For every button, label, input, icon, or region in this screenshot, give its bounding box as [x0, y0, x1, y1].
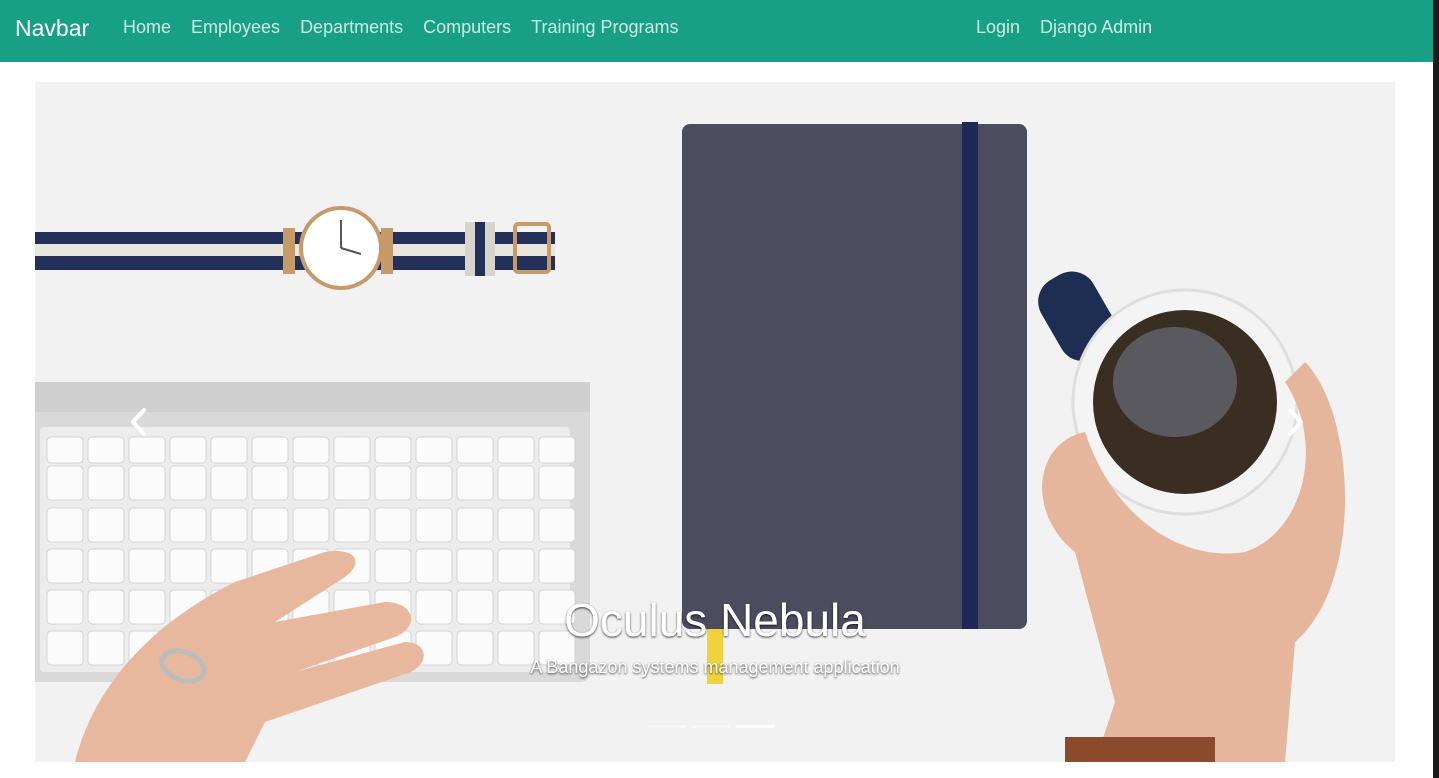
keyboard-key: [292, 465, 330, 501]
keyboard-key: [46, 436, 84, 464]
keyboard-key: [374, 548, 412, 584]
keyboard-key: [374, 465, 412, 501]
keyboard-key: [87, 507, 125, 543]
navbar: Navbar Home Employees Departments Comput…: [0, 0, 1433, 62]
keyboard-key: [251, 465, 289, 501]
keyboard-key: [169, 548, 207, 584]
window-edge: [1433, 0, 1439, 778]
keyboard-key: [374, 436, 412, 464]
keyboard-key: [415, 436, 453, 464]
keyboard-key: [374, 507, 412, 543]
keyboard-key: [497, 548, 535, 584]
keyboard-key: [169, 436, 207, 464]
keyboard-key: [128, 507, 166, 543]
keyboard-key: [87, 465, 125, 501]
keyboard-key: [456, 436, 494, 464]
nav-link-home[interactable]: Home: [123, 16, 171, 38]
nav-links-left: Home Employees Departments Computers Tra…: [123, 16, 679, 38]
keyboard-key: [46, 548, 84, 584]
keyboard-key: [292, 436, 330, 464]
carousel-prev-button[interactable]: [119, 392, 159, 452]
hero-carousel: Oculus Nebula A Bangazon systems managem…: [35, 82, 1395, 762]
keyboard-key: [46, 507, 84, 543]
nav-link-computers[interactable]: Computers: [423, 16, 511, 38]
keyboard-key: [333, 436, 371, 464]
keyboard-key: [456, 548, 494, 584]
keyboard-key: [333, 507, 371, 543]
nav-link-login[interactable]: Login: [976, 16, 1020, 38]
keyboard-key: [87, 548, 125, 584]
keyboard-key: [210, 436, 248, 464]
keyboard-key: [538, 548, 576, 584]
keyboard-key: [251, 436, 289, 464]
keyboard-key: [292, 507, 330, 543]
nav-link-departments[interactable]: Departments: [300, 16, 403, 38]
keyboard-key: [415, 465, 453, 501]
keyboard-key: [128, 548, 166, 584]
chevron-right-icon: [1288, 408, 1303, 436]
keyboard-key: [538, 436, 576, 464]
keyboard-key: [169, 507, 207, 543]
keyboard-key: [169, 465, 207, 501]
keyboard-key: [497, 507, 535, 543]
carousel-indicator-2[interactable]: [692, 725, 730, 728]
carousel-indicators: [648, 725, 774, 728]
chevron-left-icon: [131, 408, 146, 436]
keyboard-key: [46, 465, 84, 501]
keyboard-key: [128, 465, 166, 501]
carousel-title: Oculus Nebula: [564, 594, 866, 646]
keyboard-key: [456, 507, 494, 543]
keyboard-key: [210, 548, 248, 584]
carousel-indicator-1[interactable]: [648, 725, 686, 728]
keyboard-key: [210, 507, 248, 543]
keyboard-key: [538, 465, 576, 501]
carousel-subtitle: A Bangazon systems management applicatio…: [530, 657, 900, 677]
carousel-indicator-3[interactable]: [736, 725, 774, 728]
carousel-caption: Oculus Nebula A Bangazon systems managem…: [35, 592, 1395, 678]
keyboard-key: [456, 465, 494, 501]
keyboard-key: [497, 436, 535, 464]
nav-link-training-programs[interactable]: Training Programs: [531, 16, 678, 38]
keyboard-key: [415, 548, 453, 584]
keyboard-key: [210, 465, 248, 501]
navbar-brand[interactable]: Navbar: [15, 14, 89, 42]
nav-link-employees[interactable]: Employees: [191, 16, 280, 38]
nav-link-django-admin[interactable]: Django Admin: [1040, 16, 1152, 38]
keyboard-key: [333, 465, 371, 501]
keyboard-key: [415, 507, 453, 543]
nav-links-right: Login Django Admin: [976, 16, 1152, 38]
carousel-next-button[interactable]: [1275, 392, 1315, 452]
keyboard-key: [497, 465, 535, 501]
keyboard-key: [251, 507, 289, 543]
keyboard-key: [538, 507, 576, 543]
